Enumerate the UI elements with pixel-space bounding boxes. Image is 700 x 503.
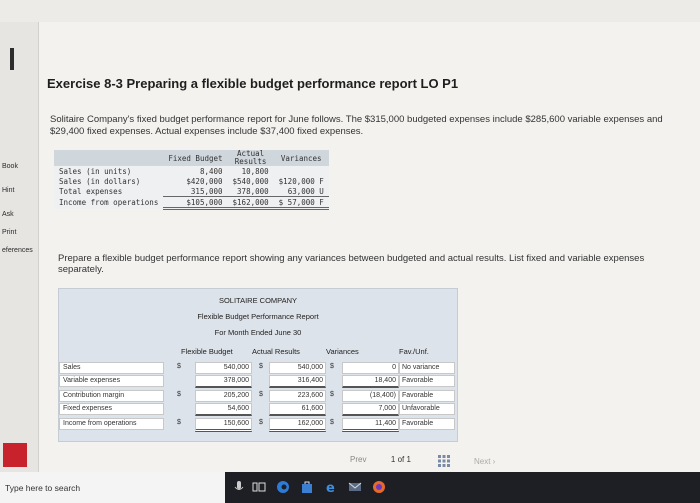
col-fav-unf: Fav./Unf.	[399, 347, 429, 356]
sidebar-link-ask[interactable]: Ask	[2, 211, 14, 218]
select-fav-contribution[interactable]: Favorable	[399, 390, 455, 402]
input-var-sales[interactable]: 0	[342, 362, 399, 374]
report-period: For Month Ended June 30	[214, 328, 302, 337]
col-flexible-budget: Flexible Budget	[181, 347, 233, 356]
prev-button[interactable]: Prev	[350, 455, 366, 464]
browser-top-bar	[0, 0, 700, 23]
report-company: SOLITAIRE COMPANY	[218, 296, 298, 305]
row-label-sales[interactable]: Sales	[59, 362, 164, 374]
row-label-income-from-operations[interactable]: Income from operations	[59, 418, 164, 430]
task-view-icon[interactable]	[252, 480, 266, 494]
input-flex-income[interactable]: 150,600	[195, 418, 252, 432]
input-flex-contribution[interactable]: 205,200	[195, 390, 252, 402]
input-var-fixed[interactable]: 7,000	[342, 403, 399, 416]
row-label-contribution-margin[interactable]: Contribution margin	[59, 390, 164, 402]
select-fav-income[interactable]: Favorable	[399, 418, 455, 430]
microphone-icon[interactable]	[232, 480, 246, 494]
sidebar-link-print[interactable]: Print	[2, 229, 16, 236]
input-actual-contribution[interactable]: 223,600	[269, 390, 326, 402]
edge-browser-icon[interactable]	[276, 480, 290, 494]
flexible-budget-report: SOLITAIRE COMPANY Flexible Budget Perfor…	[58, 288, 458, 442]
header-variances: Variances	[273, 150, 329, 166]
row-label-fixed-expenses[interactable]: Fixed expenses	[59, 403, 164, 415]
input-actual-variable[interactable]: 316,400	[269, 375, 326, 388]
select-fav-fixed[interactable]: Unfavorable	[399, 403, 455, 415]
table-row: Sales (in dollars) $420,000 $540,000 $12…	[54, 176, 329, 186]
header-actual-results: Actual Results	[227, 150, 274, 166]
taskbar-search[interactable]: Type here to search	[0, 472, 225, 503]
mail-icon[interactable]	[348, 480, 362, 494]
page-of-label: of	[397, 455, 405, 464]
input-flex-variable[interactable]: 378,000	[195, 375, 252, 388]
input-actual-income[interactable]: 162,000	[269, 418, 326, 432]
sidebar-link-hint[interactable]: Hint	[2, 187, 14, 194]
report-title: Flexible Budget Performance Report	[197, 312, 319, 321]
mcgraw-hill-logo	[3, 443, 27, 467]
grid-view-icon[interactable]	[438, 455, 450, 467]
input-flex-sales[interactable]: 540,000	[195, 362, 252, 374]
sidebar-link-book[interactable]: Book	[2, 163, 18, 170]
input-var-income[interactable]: 11,400	[342, 418, 399, 432]
col-variances: Variances	[326, 347, 359, 356]
pagination: Prev 1 of 1	[350, 455, 411, 464]
exercise-title: Exercise 8-3 Preparing a flexible budget…	[47, 76, 459, 91]
select-fav-variable[interactable]: Favorable	[399, 375, 455, 387]
input-flex-fixed[interactable]: 54,600	[195, 403, 252, 416]
table-row: Income from operations $105,000 $162,000…	[54, 196, 329, 210]
col-actual-results: Actual Results	[252, 347, 300, 356]
svg-text:e: e	[326, 481, 335, 494]
select-fav-sales[interactable]: No variance	[399, 362, 455, 374]
store-icon[interactable]	[300, 480, 314, 494]
exercise-intro: Solitaire Company's fixed budget perform…	[50, 114, 663, 137]
table-row: Total expenses 315,000 378,000 63,000 U	[54, 186, 329, 197]
fixed-budget-table: Fixed Budget Actual Results Variances Sa…	[54, 150, 329, 210]
input-actual-fixed[interactable]: 61,600	[269, 403, 326, 416]
input-var-variable[interactable]: 18,400	[342, 375, 399, 388]
page-total: 1	[406, 455, 411, 464]
question-prompt: Prepare a flexible budget performance re…	[58, 253, 645, 275]
row-label-variable-expenses[interactable]: Variable expenses	[59, 375, 164, 387]
next-button[interactable]: Next ›	[474, 457, 495, 466]
input-var-contribution[interactable]: (18,400)	[342, 390, 399, 402]
header-fixed-budget: Fixed Budget	[163, 150, 228, 166]
page-current: 1	[390, 455, 396, 464]
internet-explorer-icon[interactable]: e	[324, 480, 338, 494]
sidebar-link-references[interactable]: eferences	[2, 247, 33, 254]
firefox-icon[interactable]	[372, 480, 386, 494]
taskbar-search-placeholder: Type here to search	[5, 483, 81, 493]
page-marker	[10, 48, 14, 70]
table-row: Sales (in units) 8,400 10,800	[54, 166, 329, 176]
input-actual-sales[interactable]: 540,000	[269, 362, 326, 374]
